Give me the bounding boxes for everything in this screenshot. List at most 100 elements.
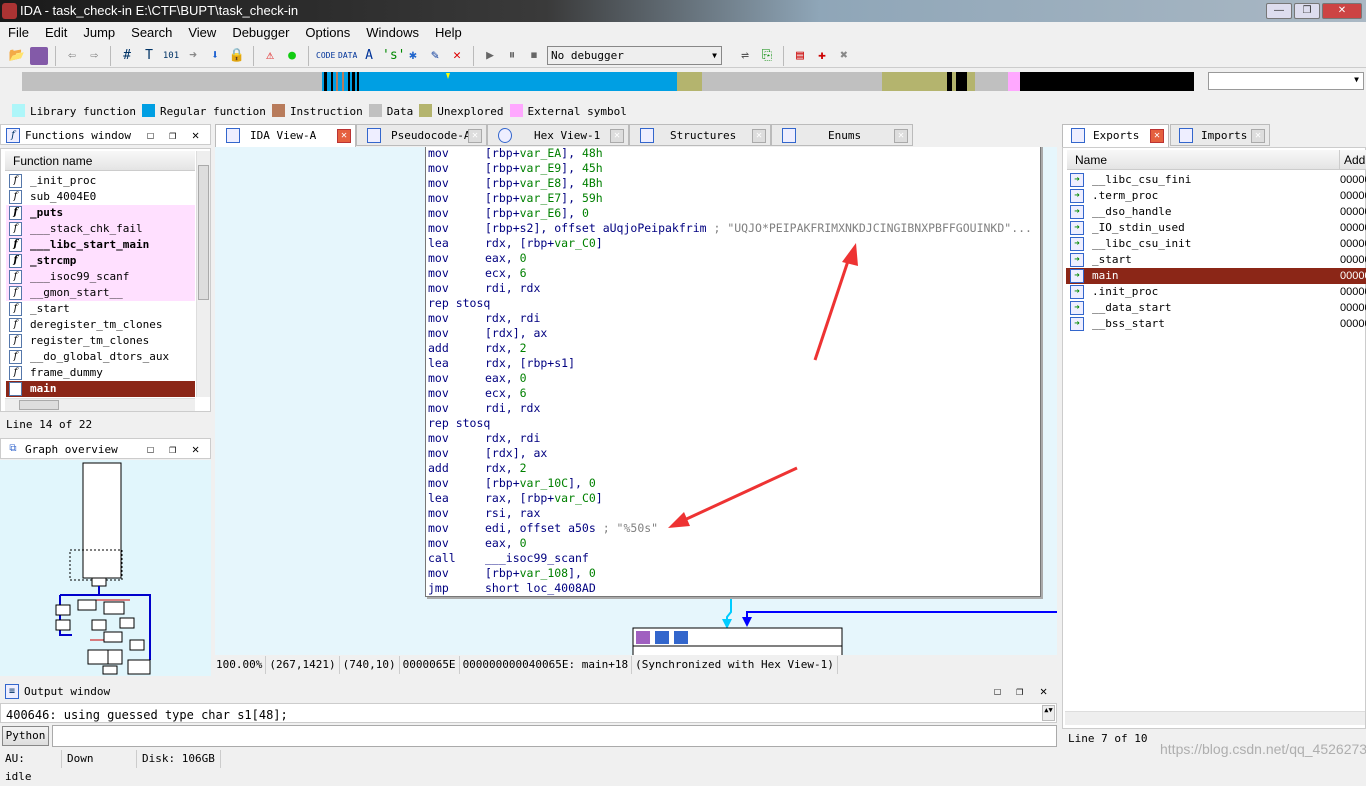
search-next-icon[interactable]: ➜ xyxy=(184,47,202,65)
float-button[interactable]: ☐ xyxy=(147,125,154,146)
function-item[interactable]: f ___libc_start_main xyxy=(6,237,195,253)
close-tab-button[interactable]: ✕ xyxy=(752,129,766,143)
close-panel-button[interactable]: ✕ xyxy=(1040,681,1047,702)
warning-icon[interactable]: ⚠ xyxy=(261,47,279,65)
menu-help[interactable]: Help xyxy=(427,22,470,44)
tab-structures[interactable]: Structures ✕ xyxy=(629,124,771,146)
jump-down-icon[interactable]: ⬇ xyxy=(206,47,224,65)
column-name[interactable]: Name xyxy=(1067,150,1339,170)
menu-view[interactable]: View xyxy=(180,22,224,44)
binoculars-hash-icon[interactable]: # xyxy=(118,47,136,65)
function-item[interactable]: f _start xyxy=(6,301,195,317)
make-code-icon[interactable]: CODE xyxy=(316,47,335,65)
navigation-band[interactable] xyxy=(22,72,1194,91)
horizontal-scrollbar[interactable] xyxy=(5,398,195,411)
export-item[interactable]: ➜ __bss_start 00000 xyxy=(1066,316,1366,332)
column-address[interactable]: Addr xyxy=(1339,150,1366,170)
add-breakpoint-icon[interactable]: ✚ xyxy=(813,47,831,65)
close-tab-button[interactable]: ✕ xyxy=(610,129,624,143)
export-item[interactable]: ➜ __libc_csu_fini 00000 xyxy=(1066,172,1366,188)
close-tab-button[interactable]: ✕ xyxy=(468,129,482,143)
function-item[interactable]: f _puts xyxy=(6,205,195,221)
float-button[interactable]: ☐ xyxy=(994,681,1001,702)
restore-button[interactable]: ❐ xyxy=(169,439,176,460)
menu-edit[interactable]: Edit xyxy=(37,22,75,44)
close-button[interactable]: ✕ xyxy=(1322,3,1362,19)
make-array-icon[interactable]: ✱ xyxy=(404,47,422,65)
binoculars-text-icon[interactable]: T xyxy=(140,47,158,65)
function-item[interactable]: f ___isoc99_scanf xyxy=(6,269,195,285)
function-item[interactable]: f sub_4004E0 xyxy=(6,189,195,205)
delete-breakpoint-icon[interactable]: ✖ xyxy=(835,47,853,65)
make-ascii-icon[interactable]: A xyxy=(360,47,378,65)
function-item[interactable]: f ___stack_chk_fail xyxy=(6,221,195,237)
tab-ida-view-a[interactable]: IDA View-A ✕ xyxy=(215,124,356,148)
menu-debugger[interactable]: Debugger xyxy=(224,22,297,44)
lock-icon[interactable]: 🔒 xyxy=(228,47,246,65)
close-tab-button[interactable]: ✕ xyxy=(337,129,351,143)
ida-graph-view[interactable]: mov [rbp+var_EA], 48h mov [rbp+var_E9], 45h… xyxy=(215,147,1057,655)
float-button[interactable]: ☐ xyxy=(147,439,154,460)
debugger-select[interactable]: No debugger xyxy=(547,46,722,65)
make-string-icon[interactable]: 's' xyxy=(382,47,405,65)
breakpoints-icon[interactable]: ▤ xyxy=(791,47,809,65)
export-item[interactable]: ➜ __dso_handle 00000 xyxy=(1066,204,1366,220)
save-icon[interactable] xyxy=(30,46,48,65)
export-item[interactable]: ➜ main 00000 xyxy=(1066,268,1366,284)
undefine-icon[interactable]: ✕ xyxy=(448,47,466,65)
tab-hex-view-1[interactable]: Hex View-1 ✕ xyxy=(487,124,629,146)
output-scrollbar[interactable]: ▲▼ xyxy=(1042,705,1055,721)
menu-windows[interactable]: Windows xyxy=(358,22,427,44)
tab-imports[interactable]: Imports ✕ xyxy=(1170,124,1270,146)
minimize-button[interactable]: — xyxy=(1266,3,1292,19)
function-item[interactable]: f deregister_tm_clones xyxy=(6,317,195,333)
menu-file[interactable]: File xyxy=(0,22,37,44)
close-tab-button[interactable]: ✕ xyxy=(894,129,908,143)
export-item[interactable]: ➜ .init_proc 00000 xyxy=(1066,284,1366,300)
restore-button[interactable]: ❐ xyxy=(169,125,176,146)
function-item[interactable]: f frame_dummy xyxy=(6,365,195,381)
close-panel-button[interactable]: ✕ xyxy=(192,125,199,146)
command-input[interactable] xyxy=(52,725,1057,747)
function-item[interactable]: f main xyxy=(6,381,195,397)
graph-overview-canvas[interactable] xyxy=(0,460,211,676)
export-item[interactable]: ➜ __libc_csu_init 00000 xyxy=(1066,236,1366,252)
menu-search[interactable]: Search xyxy=(123,22,180,44)
forward-icon[interactable]: ⇨ xyxy=(85,47,103,65)
tab-enums[interactable]: Enums ✕ xyxy=(771,124,913,146)
pause-icon[interactable]: ⏸ xyxy=(503,47,521,65)
open-icon[interactable]: 📂 xyxy=(8,47,26,65)
column-function-name[interactable]: Function name xyxy=(5,151,195,171)
run-to-cursor-icon[interactable]: ⎘ xyxy=(758,47,776,65)
close-panel-button[interactable]: ✕ xyxy=(192,439,199,460)
horizontal-scrollbar[interactable] xyxy=(1065,711,1365,725)
make-data-icon[interactable]: DATA xyxy=(338,47,357,65)
segment-select[interactable] xyxy=(1208,72,1364,90)
attach-icon[interactable]: ⇌ xyxy=(736,47,754,65)
tab-pseudocode-a[interactable]: Pseudocode-A ✕ xyxy=(356,124,487,146)
maximize-button[interactable]: ❐ xyxy=(1294,3,1320,19)
function-item[interactable]: f __gmon_start__ xyxy=(6,285,195,301)
export-item[interactable]: ➜ _IO_stdin_used 00000 xyxy=(1066,220,1366,236)
function-item[interactable]: f _init_proc xyxy=(6,173,195,189)
stop-icon[interactable]: ⏹ xyxy=(525,47,543,65)
function-item[interactable]: f _strcmp xyxy=(6,253,195,269)
menu-jump[interactable]: Jump xyxy=(75,22,123,44)
export-item[interactable]: ➜ .term_proc 00000 xyxy=(1066,188,1366,204)
restore-button[interactable]: ❐ xyxy=(1016,681,1023,702)
function-item[interactable]: f register_tm_clones xyxy=(6,333,195,349)
binoculars-binary-icon[interactable]: 101 xyxy=(162,47,180,65)
function-item[interactable]: f __do_global_dtors_aux xyxy=(6,349,195,365)
start-debug-icon[interactable]: ▶ xyxy=(481,47,499,65)
close-tab-button[interactable]: ✕ xyxy=(1150,129,1164,143)
menu-options[interactable]: Options xyxy=(297,22,358,44)
vertical-scrollbar[interactable] xyxy=(196,151,210,397)
tab-exports[interactable]: Exports ✕ xyxy=(1062,124,1169,148)
python-button[interactable]: Python xyxy=(2,726,49,746)
close-tab-button[interactable]: ✕ xyxy=(1251,129,1265,143)
back-icon[interactable]: ⇦ xyxy=(63,47,81,65)
rename-icon[interactable]: ✎ xyxy=(426,47,444,65)
green-circle-icon[interactable]: ● xyxy=(283,47,301,65)
export-item[interactable]: ➜ _start 00000 xyxy=(1066,252,1366,268)
export-item[interactable]: ➜ __data_start 00000 xyxy=(1066,300,1366,316)
